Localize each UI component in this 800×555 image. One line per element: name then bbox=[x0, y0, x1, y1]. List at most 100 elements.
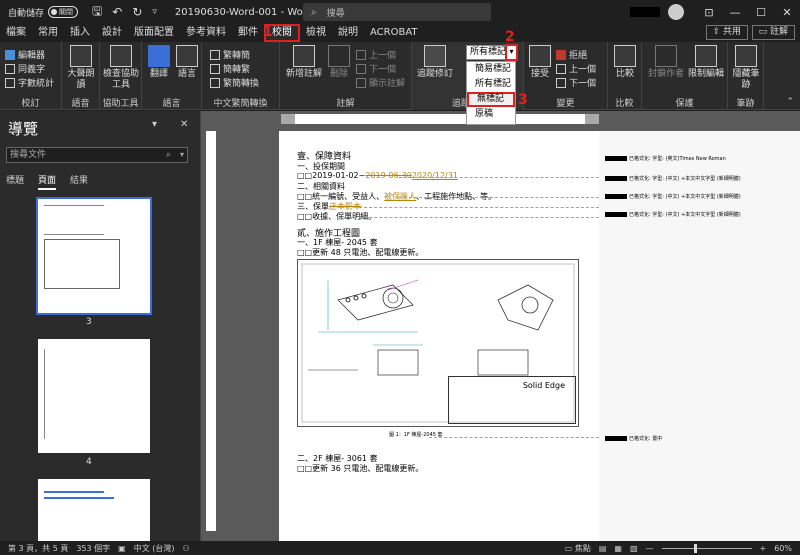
tab-mailings[interactable]: 郵件 bbox=[232, 24, 264, 42]
ribbon-display-icon[interactable]: ⊡ bbox=[696, 6, 722, 19]
new-comment-button[interactable]: 新增註解 bbox=[284, 45, 324, 80]
web-layout-icon[interactable]: ▧ bbox=[630, 544, 638, 553]
zoom-in-icon[interactable]: + bbox=[760, 544, 767, 553]
menu-item-original[interactable]: 原稿 bbox=[467, 107, 515, 122]
proofing-status-icon[interactable]: ▣ bbox=[118, 544, 126, 553]
save-icon[interactable]: 🖫 bbox=[92, 2, 102, 23]
page-count[interactable]: 第 3 頁，共 5 頁 bbox=[8, 543, 68, 554]
zoom-level[interactable]: 60% bbox=[774, 544, 792, 553]
tab-acrobat[interactable]: ACROBAT bbox=[364, 24, 424, 42]
close-icon[interactable]: ✕ bbox=[774, 6, 800, 19]
thesaurus-button[interactable]: 同義字 bbox=[5, 62, 45, 75]
tab-file[interactable]: 檔案 bbox=[0, 24, 32, 42]
markup-dropdown-menu: 簡易標記 所有標記 無標記 原稿 bbox=[466, 61, 516, 125]
show-comments-button[interactable]: 顯示註解 bbox=[356, 76, 405, 89]
simp-to-trad-button[interactable]: 簡轉繁 bbox=[210, 62, 250, 75]
zoom-slider-thumb[interactable] bbox=[693, 543, 697, 553]
nav-tab-headings[interactable]: 標題 bbox=[6, 173, 24, 190]
nav-close-icon[interactable]: ✕ bbox=[180, 119, 188, 130]
page-thumbnail-3[interactable] bbox=[36, 197, 152, 315]
accept-button[interactable]: 接受 bbox=[528, 45, 552, 80]
prev-comment-button[interactable]: 上一個 bbox=[356, 48, 396, 61]
revision-balloon[interactable]: 已格式化: 字型: (中文) +本文中文字型 (新細明體) bbox=[605, 193, 741, 200]
tab-layout[interactable]: 版面配置 bbox=[128, 24, 180, 42]
nav-tab-results[interactable]: 結果 bbox=[70, 173, 88, 190]
check-accessibility-button[interactable]: 檢查協助工具 bbox=[102, 45, 140, 91]
nav-tab-pages[interactable]: 頁面 bbox=[38, 173, 57, 190]
trad-to-simp-button[interactable]: 繁轉簡 bbox=[210, 48, 250, 61]
collapse-ribbon-icon[interactable]: ⌃ bbox=[786, 97, 794, 107]
tab-design[interactable]: 設計 bbox=[96, 24, 128, 42]
compare-button[interactable]: 比較 bbox=[612, 45, 638, 80]
focus-mode-button[interactable]: ▭ 焦點 bbox=[565, 543, 591, 554]
prev-comment-icon bbox=[356, 49, 366, 60]
page-thumbnail-5[interactable] bbox=[38, 479, 150, 541]
avatar[interactable] bbox=[668, 4, 684, 20]
comments-button[interactable]: ▭ 註解 bbox=[751, 25, 795, 40]
maximize-icon[interactable]: ☐ bbox=[748, 6, 774, 19]
next-comment-button[interactable]: 下一個 bbox=[356, 62, 396, 75]
nav-options-icon[interactable]: ▾ bbox=[152, 119, 157, 130]
track-changes-button[interactable]: 追蹤修訂 bbox=[415, 45, 455, 80]
revision-balloon[interactable]: 已格式化: 字型: (英文)Times New Roman bbox=[605, 155, 726, 162]
revision-balloon[interactable]: 已格式化: 置中 bbox=[605, 435, 662, 442]
search-icon[interactable]: ⌕ bbox=[166, 148, 171, 162]
accessibility-status-icon[interactable]: ⚇ bbox=[183, 544, 190, 553]
tab-insert[interactable]: 插入 bbox=[64, 24, 96, 42]
autosave-toggle[interactable]: 關閉 bbox=[48, 6, 79, 18]
author-redacted bbox=[605, 436, 627, 441]
tab-help[interactable]: 說明 bbox=[332, 24, 364, 42]
language-status[interactable]: 中文 (台灣) bbox=[134, 543, 175, 554]
undo-icon[interactable]: ↶ bbox=[112, 5, 122, 19]
language-icon bbox=[176, 45, 198, 67]
customize-qat-icon[interactable]: ▿ bbox=[152, 7, 157, 17]
autosave-label: 自動儲存 bbox=[8, 8, 45, 19]
engineering-drawing[interactable]: Solid Edge bbox=[297, 259, 579, 427]
ribbon: 編輯器 同義字 字數統計 校訂 大聲朗讀 語音 檢查協助工具 協助工具 翻譯 語… bbox=[0, 42, 800, 110]
translate-button[interactable]: 翻譯 bbox=[146, 45, 172, 80]
tab-home[interactable]: 常用 bbox=[32, 24, 64, 42]
group-label: 筆跡 bbox=[736, 99, 755, 109]
nav-search-input[interactable]: 搜尋文件 ⌕ ▾ bbox=[6, 147, 188, 163]
group-ink: 隱藏筆跡 筆跡 bbox=[728, 42, 764, 110]
menu-item-simple-markup[interactable]: 簡易標記 bbox=[467, 62, 515, 77]
account-name-redacted[interactable] bbox=[630, 7, 660, 17]
editor-button[interactable]: 編輯器 bbox=[5, 48, 45, 61]
tab-references[interactable]: 參考資料 bbox=[180, 24, 232, 42]
document-page[interactable]: 壹、保障資料 一、投保期間 □□2019-01-02~2019-06-30202… bbox=[279, 131, 599, 541]
document-area[interactable]: 壹、保障資料 一、投保期間 □□2019-01-02~2019-06-30202… bbox=[201, 111, 800, 541]
menu-item-no-markup[interactable]: 無標記 bbox=[467, 92, 515, 107]
tab-view[interactable]: 檢視 bbox=[300, 24, 332, 42]
vertical-ruler[interactable] bbox=[206, 131, 216, 531]
drawing-title: Solid Edge bbox=[522, 381, 565, 390]
language-button[interactable]: 語言 bbox=[174, 45, 200, 80]
read-mode-icon[interactable]: ▤ bbox=[599, 544, 607, 553]
prev-change-button[interactable]: 上一個 bbox=[556, 62, 596, 75]
thumb-drawing bbox=[44, 349, 84, 439]
hide-ink-button[interactable]: 隱藏筆跡 bbox=[732, 45, 760, 91]
chinese-conversion-button[interactable]: 繁簡轉換 bbox=[210, 76, 259, 89]
chevron-down-icon[interactable]: ▾ bbox=[180, 148, 184, 162]
zoom-out-icon[interactable]: — bbox=[646, 544, 654, 553]
block-authors-button[interactable]: 封鎖作者 bbox=[646, 45, 686, 80]
redo-icon[interactable]: ↻ bbox=[132, 5, 142, 19]
word-count[interactable]: 353 個字 bbox=[76, 543, 110, 554]
next-change-button[interactable]: 下一個 bbox=[556, 76, 596, 89]
horizontal-ruler[interactable] bbox=[281, 114, 599, 124]
word-count-button[interactable]: 字數統計 bbox=[5, 76, 54, 89]
restrict-editing-button[interactable]: 限制編輯 bbox=[686, 45, 726, 80]
share-button[interactable]: ⇪ 共用 bbox=[705, 25, 748, 40]
menu-item-all-markup[interactable]: 所有標記 bbox=[467, 77, 515, 92]
print-layout-icon[interactable]: ▦ bbox=[614, 544, 622, 553]
reject-button[interactable]: 拒絕 bbox=[556, 48, 587, 61]
zoom-slider[interactable] bbox=[661, 543, 752, 553]
search-box[interactable]: ⌕ 搜尋 bbox=[303, 3, 491, 21]
revision-balloon[interactable]: 已格式化: 字型: (中文) +本文中文字型 (新細明體) bbox=[605, 175, 741, 182]
revision-balloon[interactable]: 已格式化: 字型: (中文) +本文中文字型 (新細明體) bbox=[605, 211, 741, 218]
page-thumbnail-4[interactable] bbox=[38, 339, 150, 453]
minimize-icon[interactable]: — bbox=[722, 6, 748, 19]
chevron-down-icon[interactable]: ▾ bbox=[505, 44, 518, 61]
delete-comment-button[interactable]: 刪除 bbox=[326, 45, 352, 80]
read-aloud-button[interactable]: 大聲朗讀 bbox=[66, 45, 96, 91]
para-line: □□更新 36 只電池、配電線更新。 bbox=[297, 464, 424, 473]
